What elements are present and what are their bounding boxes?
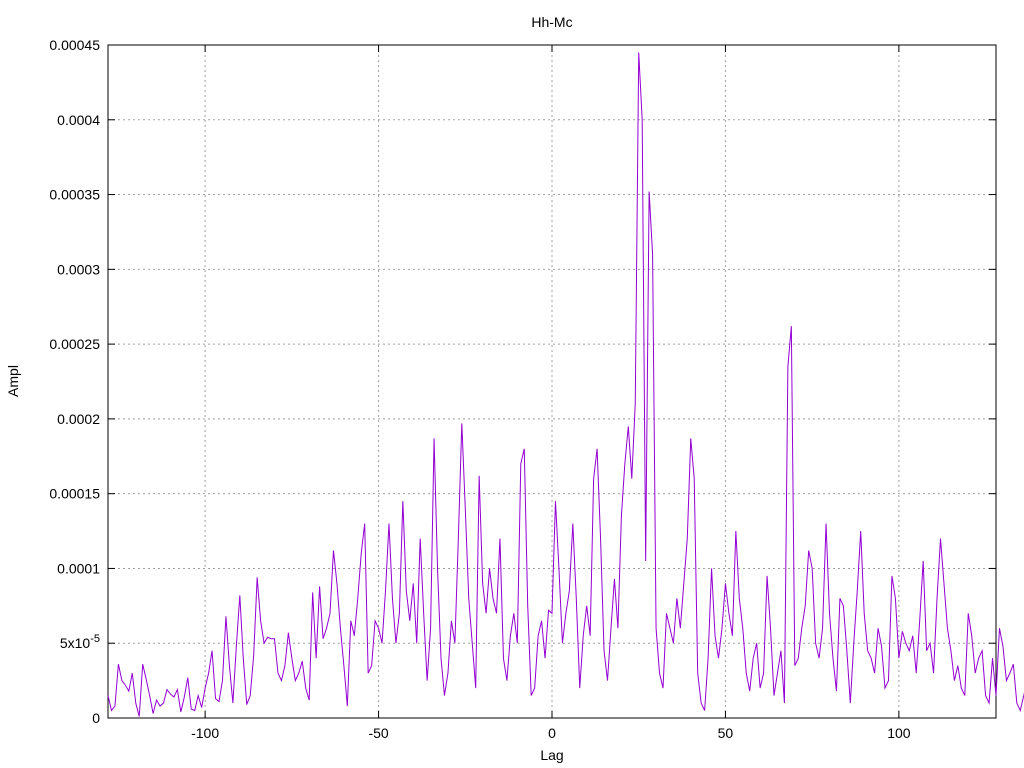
- series-line: [107, 52, 1024, 717]
- x-tick-label: 0: [548, 725, 556, 741]
- y-tick-label-base: 0: [92, 710, 100, 726]
- y-tick-label: 0.0002: [57, 411, 100, 427]
- y-tick-label-base: 0.00015: [49, 486, 100, 502]
- y-tick-label-exponent: -5: [90, 633, 100, 645]
- y-tick-label: 0.0001: [57, 560, 100, 576]
- x-tick-label: 50: [718, 725, 734, 741]
- x-tick-label: -50: [368, 725, 388, 741]
- chart: -100 -50 0 50 100 0 5x10-5 0.0001 0.00015 0.0002…: [5, 14, 1024, 763]
- y-tick-label: 0.00025: [49, 336, 100, 352]
- x-axis-label: Lag: [540, 747, 563, 763]
- y-tick-label: 0.0004: [57, 112, 100, 128]
- y-tick-label: 0.00015: [49, 486, 100, 502]
- x-tick-label: 100: [887, 725, 911, 741]
- y-tick-label-base: 0.00025: [49, 336, 100, 352]
- y-tick-label: 0: [92, 710, 100, 726]
- y-tick-label-base: 5x10: [60, 635, 91, 651]
- y-tick-label-base: 0.0004: [57, 112, 100, 128]
- y-tick-label-base: 0.00035: [49, 187, 100, 203]
- y-tick-labels: 0 5x10-5 0.0001 0.00015 0.0002 0.00025 0.0003 0…: [49, 37, 100, 726]
- chart-title: Hh-Mc: [531, 14, 572, 30]
- y-tick-label: 5x10-5: [60, 633, 100, 651]
- y-tick-label: 0.0003: [57, 261, 100, 277]
- y-tick-label: 0.00035: [49, 187, 100, 203]
- y-tick-label-base: 0.0001: [57, 560, 100, 576]
- y-axis-label: Ampl: [5, 365, 21, 397]
- x-tick-label: -100: [191, 725, 219, 741]
- x-tick-labels: -100 -50 0 50 100: [191, 725, 911, 741]
- y-tick-label: 0.00045: [49, 37, 100, 53]
- y-tick-label-base: 0.0002: [57, 411, 100, 427]
- y-tick-label-base: 0.00045: [49, 37, 100, 53]
- y-tick-label-base: 0.0003: [57, 261, 100, 277]
